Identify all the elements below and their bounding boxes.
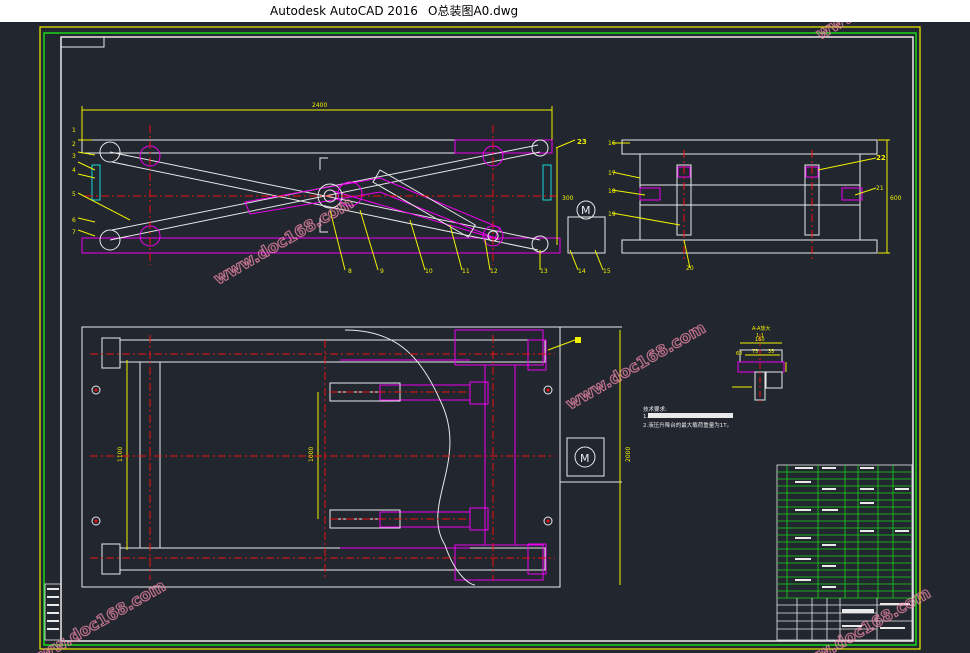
- balloon-23: 23: [577, 138, 587, 146]
- balloon-16: 16: [608, 140, 616, 147]
- balloon-7: 7: [72, 229, 76, 236]
- front-view-labels: 2400 300 1 2 3 4 5 6 7 8 9 10 11 12 13 1…: [72, 102, 611, 275]
- detail-labels: A-A放大 1:1 160 60 75 35: [736, 325, 774, 357]
- parts-list-rows: [777, 465, 912, 599]
- app-title: Autodesk AutoCAD 2016: [270, 4, 418, 18]
- file-title: O总装图A0.dwg: [428, 4, 519, 18]
- front-view: [77, 106, 606, 271]
- dim-300: 300: [562, 195, 574, 202]
- motor-icon-front: M: [581, 204, 591, 217]
- notes-line-1: 1.: [643, 414, 648, 420]
- balloon-4: 4: [72, 167, 76, 174]
- detail-dim-75: 75: [752, 349, 758, 355]
- detail-dim-60: 60: [736, 351, 742, 357]
- balloon-17: 17: [608, 170, 616, 177]
- watermark-1: www.doc168.com: [211, 193, 357, 288]
- balloon-13: 13: [540, 268, 548, 275]
- detail-label: A-A放大: [752, 325, 770, 332]
- balloon-19: 19: [608, 211, 616, 218]
- dim-1000: 1000: [308, 447, 315, 462]
- balloon-18: 18: [608, 188, 616, 195]
- balloon-2: 2: [72, 141, 76, 148]
- watermark-2: www.doc168.com: [563, 318, 709, 413]
- dim-600: 600: [890, 195, 902, 202]
- balloon-6: 6: [72, 217, 76, 224]
- notes-line-2: 2.液压升降台的最大载荷重量为1T。: [643, 421, 732, 429]
- balloon-15: 15: [603, 268, 611, 275]
- detail-dim-160: 160: [755, 337, 765, 343]
- technical-notes: 技术要求: 1. 2.液压升降台的最大载荷重量为1T。: [643, 405, 733, 429]
- balloon-21: 21: [876, 185, 884, 192]
- dim-2400: 2400: [312, 102, 327, 109]
- balloon-10: 10: [425, 268, 433, 275]
- balloon-12: 12: [490, 268, 498, 275]
- drawing-svg: 2400 300 1 2 3 4 5 6 7 8 9 10 11 12 13 1…: [22, 22, 959, 653]
- notes-title: 技术要求:: [643, 405, 667, 413]
- plan-view: [81, 326, 622, 588]
- balloon-9: 9: [380, 268, 384, 275]
- balloon-8: 8: [348, 268, 352, 275]
- detail-view: [732, 335, 787, 405]
- balloon-1: 1: [72, 127, 76, 134]
- motor-icon-plan: M: [580, 452, 590, 465]
- side-view: [611, 139, 890, 269]
- notes-line-1-text-block: [648, 413, 733, 418]
- balloon-14: 14: [578, 268, 586, 275]
- detail-dim-35: 35: [768, 349, 774, 355]
- balloon-11: 11: [462, 268, 470, 275]
- dim-2000: 2000: [625, 447, 632, 462]
- balloon-5: 5: [72, 191, 76, 198]
- title-bar: Autodesk AutoCAD 2016 O总装图A0.dwg: [0, 0, 970, 22]
- balloon-3: 3: [72, 153, 76, 160]
- dim-1100: 1100: [117, 447, 124, 462]
- title-block: [44, 464, 913, 641]
- side-view-labels: 600 16 17 18 19 20 21 22: [608, 140, 902, 272]
- autocad-window: Autodesk AutoCAD 2016 O总装图A0.dwg 2400 30…: [0, 0, 970, 653]
- balloon-20: 20: [686, 265, 694, 272]
- balloon-22: 22: [876, 154, 886, 162]
- drawing-canvas[interactable]: 2400 300 1 2 3 4 5 6 7 8 9 10 11 12 13 1…: [0, 22, 970, 653]
